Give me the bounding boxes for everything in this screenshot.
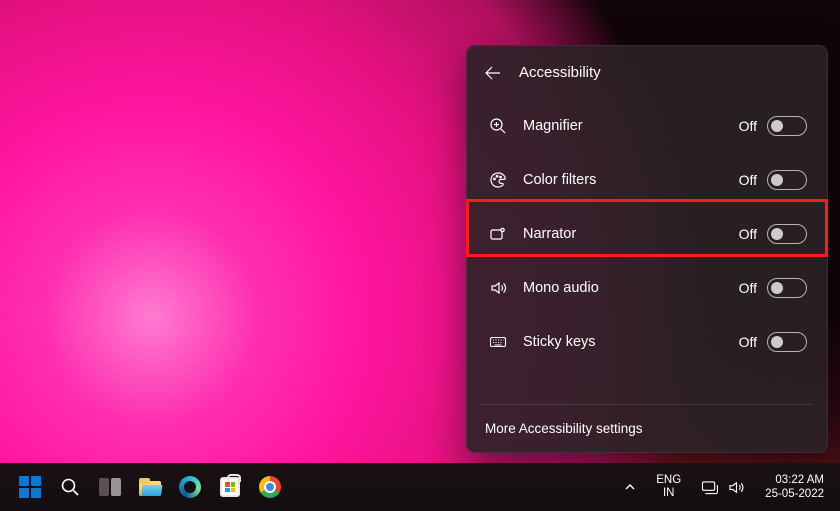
microsoft-store-button[interactable] [210,467,250,507]
edge-icon [179,476,201,498]
system-tray: ENG IN 03:22 AM 25-05-2022 [616,467,830,507]
chrome-icon [259,476,281,498]
taskbar: ENG IN 03:22 AM 25-05-2022 [0,463,840,511]
item-sticky-keys[interactable]: Sticky keys Off [481,315,813,369]
item-narrator[interactable]: Narrator Off [481,207,813,261]
language-bottom: IN [656,487,681,500]
item-label: Narrator [523,226,739,242]
item-state: Off [739,118,757,134]
clock-time: 03:22 AM [765,473,824,487]
mono-audio-toggle[interactable] [767,278,807,298]
sticky-keys-toggle[interactable] [767,332,807,352]
more-accessibility-settings-link[interactable]: More Accessibility settings [481,404,813,452]
tray-network-volume[interactable] [693,480,753,495]
edge-button[interactable] [170,467,210,507]
file-explorer-icon [139,478,161,496]
narrator-icon [489,225,507,243]
search-button[interactable] [50,467,90,507]
item-label: Mono audio [523,280,739,296]
chevron-up-icon [624,481,636,493]
keyboard-icon [489,333,507,351]
windows-logo-icon [19,476,41,498]
item-mono-audio[interactable]: Mono audio Off [481,261,813,315]
magnifier-toggle[interactable] [767,116,807,136]
clock-date: 25-05-2022 [765,487,824,501]
start-button[interactable] [10,467,50,507]
accessibility-flyout: Accessibility Magnifier Off Color filter… [466,45,828,453]
accessibility-list: Magnifier Off Color filters Off [481,95,813,369]
language-top: ENG [656,474,681,487]
item-color-filters[interactable]: Color filters Off [481,153,813,207]
tray-overflow-button[interactable] [616,467,644,507]
network-icon [701,480,718,495]
flyout-header: Accessibility [481,64,813,95]
back-arrow-icon[interactable] [485,65,501,81]
item-state: Off [739,172,757,188]
task-view-icon [99,478,121,496]
clock[interactable]: 03:22 AM 25-05-2022 [759,473,830,502]
volume-icon [728,480,745,495]
item-state: Off [739,226,757,242]
item-state: Off [739,280,757,296]
narrator-toggle[interactable] [767,224,807,244]
flyout-title: Accessibility [519,64,601,81]
file-explorer-button[interactable] [130,467,170,507]
item-state: Off [739,334,757,350]
taskbar-pinned-apps [10,467,290,507]
item-magnifier[interactable]: Magnifier Off [481,99,813,153]
magnifier-icon [489,117,507,135]
color-filters-toggle[interactable] [767,170,807,190]
item-label: Magnifier [523,118,739,134]
speaker-waves-icon [489,279,507,297]
palette-icon [489,171,507,189]
language-indicator[interactable]: ENG IN [650,474,687,500]
search-icon [60,477,80,497]
item-label: Sticky keys [523,334,739,350]
item-label: Color filters [523,172,739,188]
chrome-button[interactable] [250,467,290,507]
store-icon [220,477,240,497]
task-view-button[interactable] [90,467,130,507]
